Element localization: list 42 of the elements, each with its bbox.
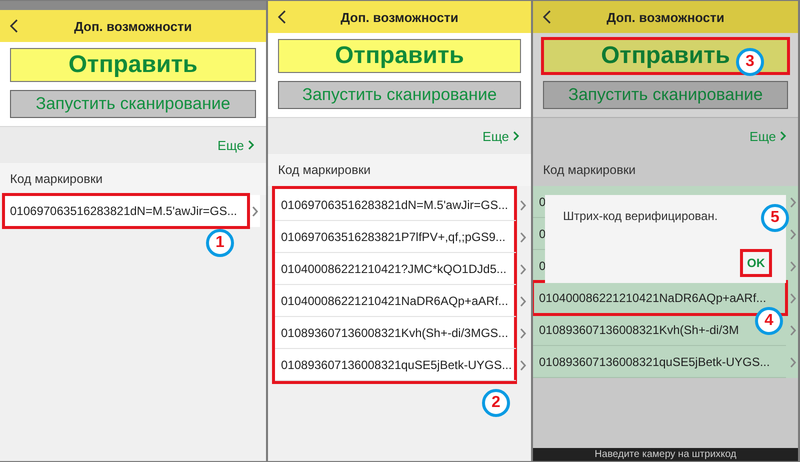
more-label: Еще (750, 128, 776, 144)
field-label: Код маркировки (10, 172, 103, 186)
chevron-icon (790, 292, 796, 304)
chevron-icon (520, 328, 526, 338)
list-row[interactable]: 010697063516283821P7lfPV+,qf,;pGS9... (275, 221, 516, 253)
chevron-icon (520, 296, 526, 306)
list-row[interactable]: 010697063516283821dN=M.5'awJir=GS... (4, 195, 248, 227)
back-chevron-icon (10, 19, 18, 33)
camera-hint: Наведите камеру на штрихкод (533, 448, 798, 461)
chevron-icon (780, 131, 786, 141)
chevron-icon (790, 260, 796, 272)
field-label: Код маркировки (278, 163, 371, 177)
screen-title: Доп. возможности (340, 10, 460, 24)
list-row[interactable]: 010400086221210421?JMC*kQO1DJd5... (275, 253, 516, 285)
ok-button[interactable]: OK (742, 251, 770, 275)
screen-title: Доп. возможности (606, 10, 726, 24)
list-row[interactable]: 010893607136008321quSE5jBetk-UYGS... (533, 346, 786, 378)
send-button[interactable]: Отправить (10, 48, 256, 82)
chevron-icon (790, 196, 796, 208)
chevron-icon (520, 200, 526, 210)
back-chevron-icon (543, 10, 551, 24)
chevron-icon (790, 228, 796, 240)
dialog-message: Штрих-код верифицирован. (563, 209, 718, 223)
more-label: Еще (218, 138, 244, 152)
more-label: Еще (482, 128, 509, 144)
chevron-icon (513, 131, 519, 141)
list-row[interactable]: 010697063516283821dN=M.5'awJir=GS... (275, 189, 516, 221)
screen-title: Доп. возможности (73, 18, 193, 34)
chevron-icon (520, 232, 526, 242)
send-button[interactable]: Отправить (278, 39, 521, 73)
list-row[interactable]: 010400086221210421NaDR6AQp+aARf... (275, 285, 516, 317)
chevron-icon (248, 140, 254, 150)
list-row[interactable]: 010893607136008321quSE5jBetk-UYGS... (275, 349, 516, 381)
list-row[interactable]: 010400086221210421NaDR6AQp+aARf... (533, 282, 786, 314)
chevron-icon (520, 360, 526, 370)
list-row[interactable]: 010893607136008321Kvh(Sh+-di/3MGS... (275, 317, 516, 349)
field-label: Код маркировки (543, 163, 636, 177)
chevron-icon (790, 356, 796, 368)
chevron-icon (252, 206, 258, 216)
back-chevron-icon (278, 10, 286, 24)
chevron-icon (520, 264, 526, 274)
chevron-icon (790, 324, 796, 336)
